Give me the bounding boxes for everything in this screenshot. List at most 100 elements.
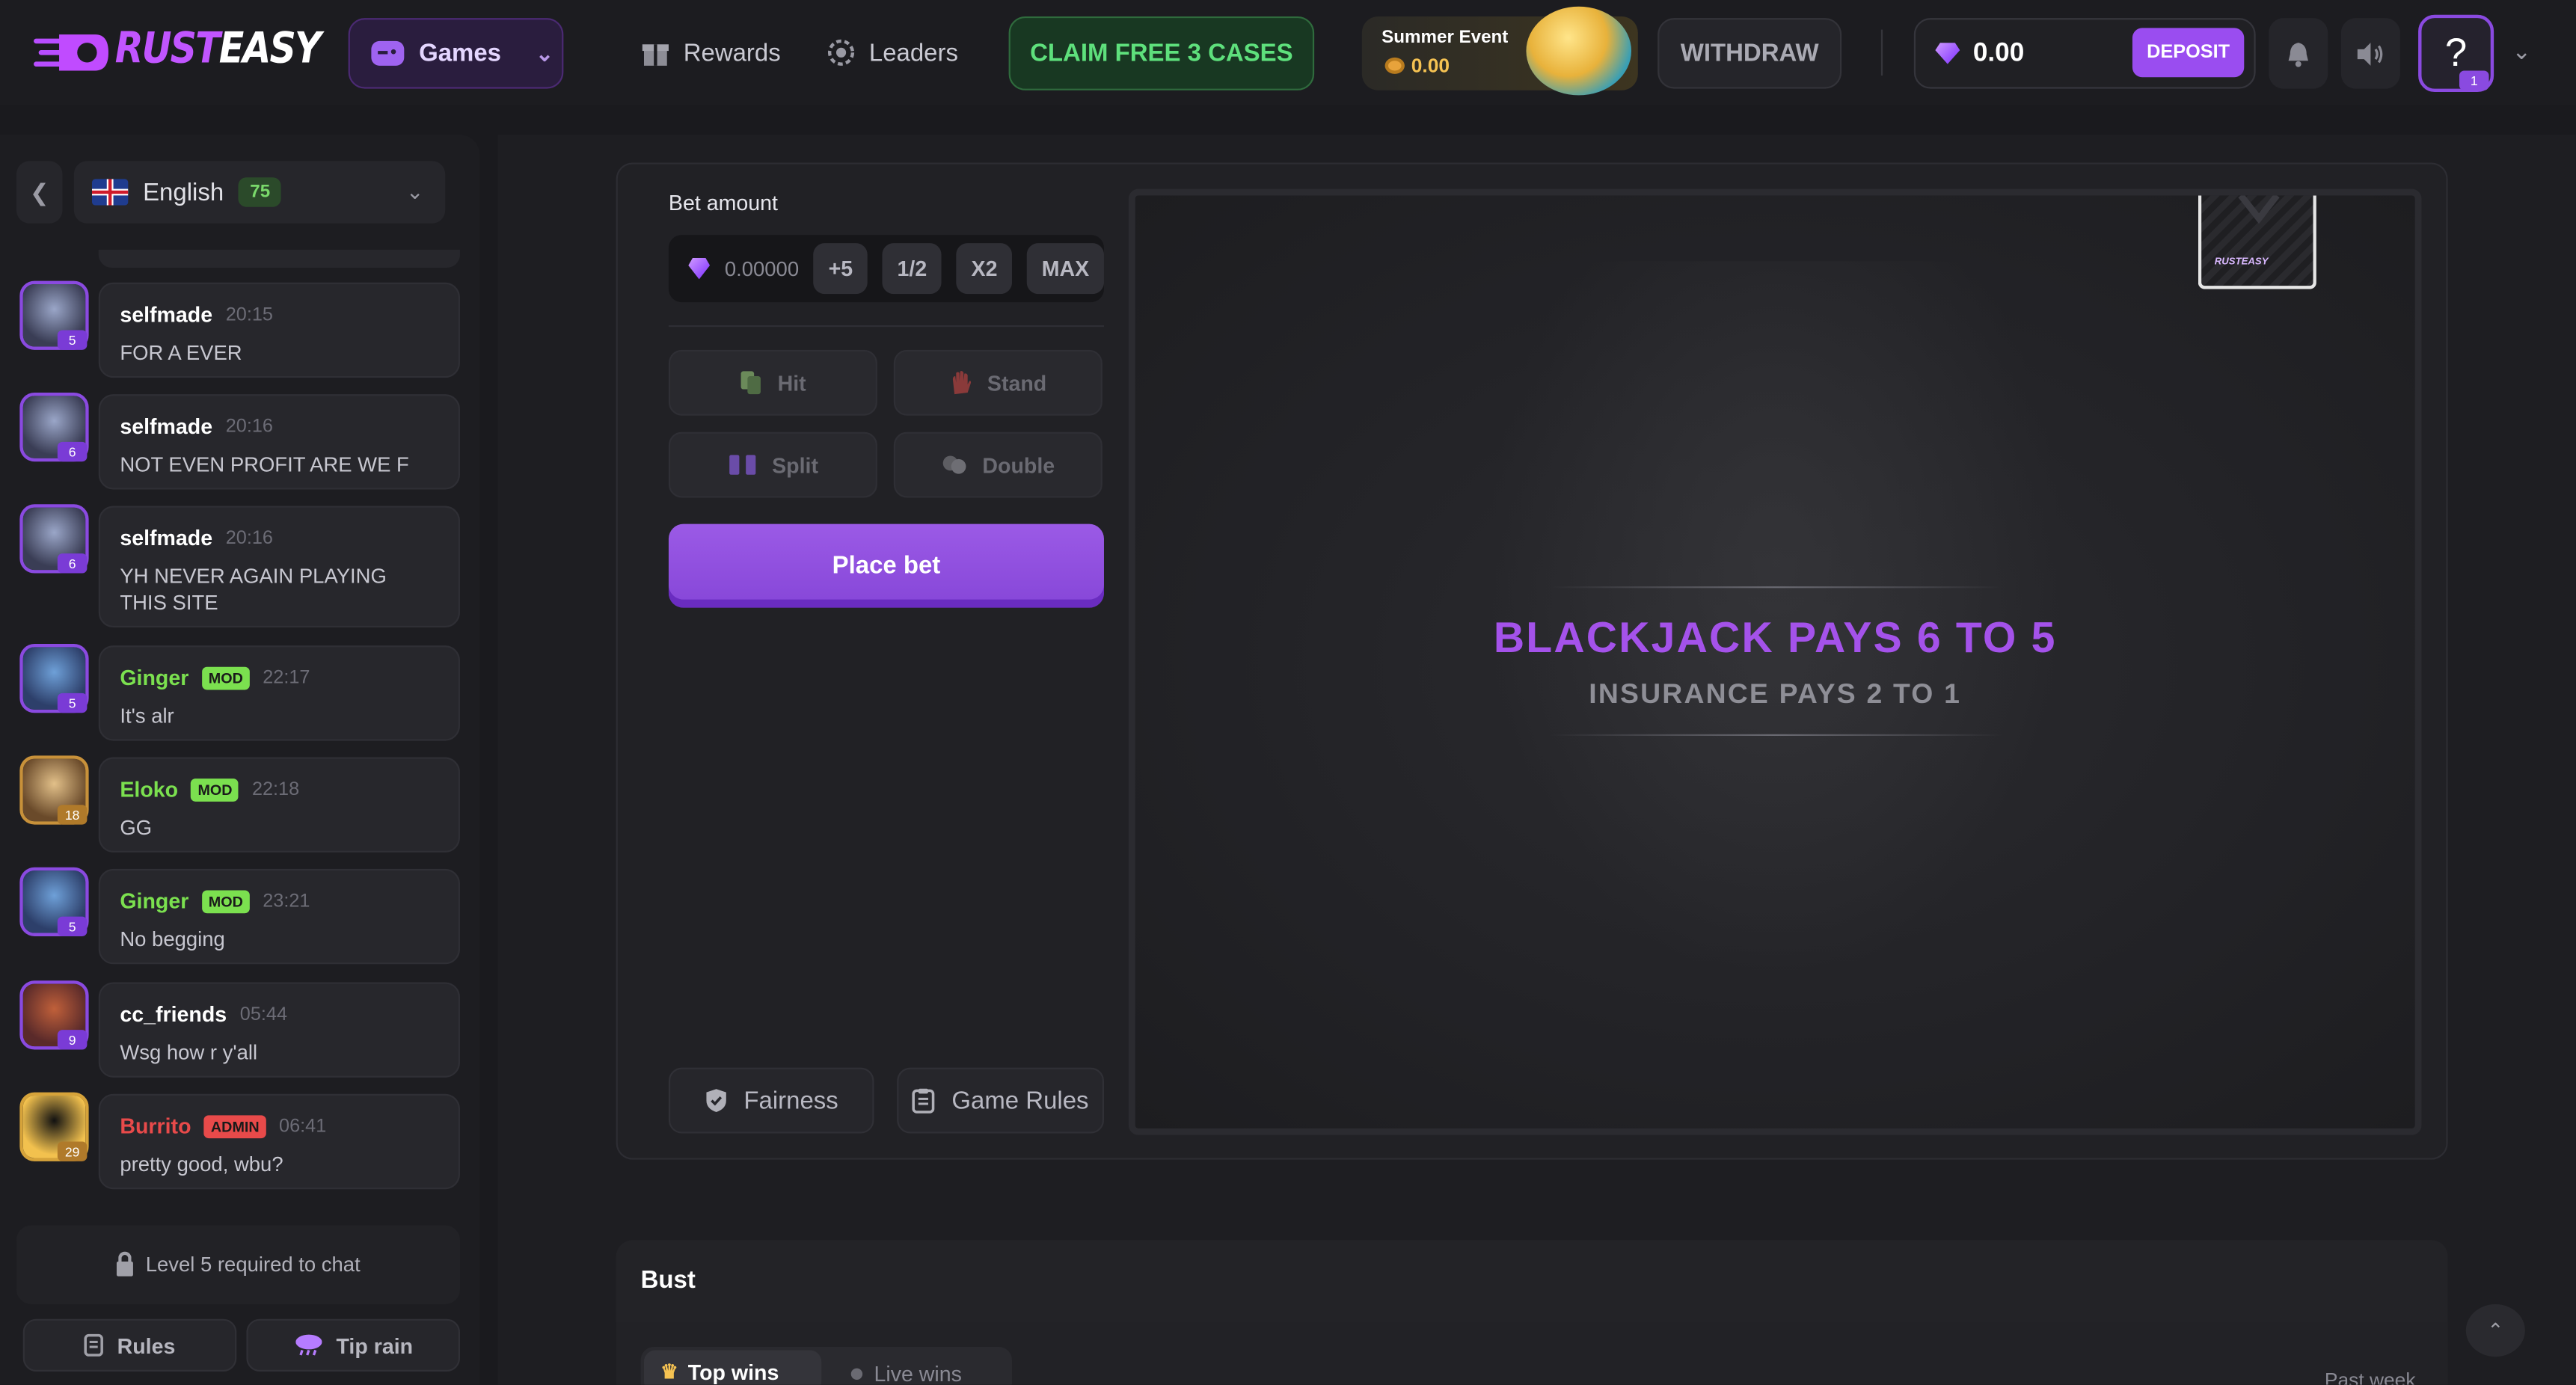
message-text: NOT EVEN PROFIT ARE WE F <box>120 453 409 476</box>
collapse-sidebar-button[interactable]: ❮ <box>16 161 63 224</box>
message-time: 05:44 <box>239 1004 287 1025</box>
message-time: 20:16 <box>225 528 273 548</box>
stand-button[interactable]: Stand <box>893 349 1103 416</box>
message-time: 20:16 <box>225 416 273 437</box>
chat-message-partial <box>98 249 460 268</box>
scroll-to-top-button[interactable]: ⌃ <box>2465 1303 2525 1357</box>
deposit-button[interactable]: DEPOSIT <box>2132 28 2245 78</box>
message-header: Eloko MOD 22:18 <box>120 777 438 802</box>
fairness-label: Fairness <box>743 1086 838 1115</box>
nav-leaders[interactable]: Leaders <box>827 36 958 69</box>
online-count-badge: 75 <box>238 177 282 207</box>
double-label: Double <box>982 452 1055 478</box>
bet-amount-field[interactable]: 0.00000 +5 1/2 X2 MAX <box>668 235 1104 303</box>
split-button[interactable]: Split <box>668 432 877 498</box>
clipboard-icon <box>913 1088 935 1114</box>
user-level-badge: 5 <box>57 916 88 936</box>
fairness-button[interactable]: Fairness <box>668 1067 874 1134</box>
bust-header <box>616 1240 2448 1323</box>
chevron-down-icon: ⌄ <box>536 40 554 65</box>
bet-amount-label: Bet amount <box>668 190 778 215</box>
message-time: 22:17 <box>263 667 310 688</box>
tip-rain-button[interactable]: Tip rain <box>246 1318 460 1372</box>
logo-text[interactable]: RUSTEASY <box>115 24 322 74</box>
chat-message: selfmade 20:15 FOR A EVER <box>98 282 460 378</box>
message-text: No begging <box>120 927 225 951</box>
laurel-icon <box>827 39 855 66</box>
chat-username[interactable]: Ginger <box>120 666 188 690</box>
logo-part2: EASY <box>218 24 322 74</box>
chat-username[interactable]: selfmade <box>120 414 212 438</box>
nav-rewards-label: Rewards <box>683 38 781 67</box>
game-rules-button[interactable]: Game Rules <box>897 1067 1104 1134</box>
notifications-button[interactable] <box>2269 18 2328 89</box>
chat-username[interactable]: selfmade <box>120 302 212 327</box>
max-bet-button[interactable]: MAX <box>1026 243 1104 295</box>
gamepad-icon <box>371 40 405 66</box>
blackjack-payout-title: BLACKJACK PAYS 6 TO 5 <box>1493 612 2057 663</box>
summer-event-amount: 0.00 <box>1411 54 1450 78</box>
double-button[interactable]: Double <box>893 432 1103 498</box>
message-text: GG <box>120 816 153 840</box>
double-bet-button[interactable]: X2 <box>956 243 1013 295</box>
title-rule-bottom <box>1549 734 2003 736</box>
message-text: It's alr <box>120 704 174 728</box>
place-bet-button[interactable]: Place bet <box>668 523 1104 608</box>
controls-divider <box>668 325 1104 328</box>
message-header: selfmade 20:15 <box>120 302 438 327</box>
period-selector[interactable]: Past week <box>2325 1369 2416 1385</box>
hit-label: Hit <box>777 370 806 396</box>
chat-username[interactable]: selfmade <box>120 526 212 550</box>
chat-rules-label: Rules <box>117 1333 176 1358</box>
chat-rules-button[interactable]: Rules <box>22 1318 237 1372</box>
lock-icon <box>116 1250 133 1276</box>
user-level-badge: 5 <box>57 330 88 350</box>
logo-icon[interactable] <box>33 28 111 77</box>
summer-event-title: Summer Event <box>1381 28 1509 48</box>
chat-lock-text: Level 5 required to chat <box>145 1253 361 1277</box>
chat-username[interactable]: Eloko <box>120 777 178 802</box>
chat-message: Ginger MOD 22:17 It's alr <box>98 645 460 741</box>
message-time: 20:15 <box>225 304 273 325</box>
games-dropdown[interactable]: Games ⌄ <box>348 18 564 89</box>
bust-title: Bust <box>640 1266 696 1295</box>
nav-rewards[interactable]: Rewards <box>641 36 781 69</box>
language-selector[interactable]: English 75 ⌄ <box>73 161 446 224</box>
stand-label: Stand <box>987 370 1047 396</box>
claim-cases-button[interactable]: CLAIM FREE 3 CASES <box>1008 16 1315 90</box>
hit-button[interactable]: Hit <box>668 349 877 416</box>
chat-username[interactable]: Ginger <box>120 888 188 913</box>
crown-icon: ♛ <box>660 1360 678 1384</box>
chat-message: cc_friends 05:44 Wsg how r y'all <box>98 982 460 1078</box>
deck-logo-text: RUSTEASY <box>2214 257 2269 268</box>
message-text: FOR A EVER <box>120 341 242 365</box>
message-header: Burrito ADMIN 06:41 <box>120 1114 438 1138</box>
language-label: English <box>143 178 224 206</box>
header-divider <box>1880 29 1883 76</box>
tab-top-wins[interactable]: ♛ Top wins <box>643 1350 822 1385</box>
chat-message: Burrito ADMIN 06:41 pretty good, wbu? <box>98 1093 460 1190</box>
message-header: cc_friends 05:44 <box>120 1002 438 1027</box>
chat-username[interactable]: cc_friends <box>120 1002 227 1027</box>
user-level-badge: 5 <box>57 692 88 713</box>
chat-username[interactable]: Burrito <box>120 1114 191 1138</box>
bell-icon <box>2288 42 2308 67</box>
chat-message: Ginger MOD 23:21 No begging <box>98 868 460 965</box>
user-menu-chevron-icon[interactable]: ⌄ <box>2512 38 2531 66</box>
add-five-button[interactable]: +5 <box>813 243 868 295</box>
tab-live-wins-label: Live wins <box>874 1361 962 1385</box>
sound-button[interactable] <box>2340 18 2400 89</box>
gem-icon <box>688 257 711 280</box>
deposit-label: DEPOSIT <box>2147 43 2230 63</box>
withdraw-button[interactable]: WITHDRAW <box>1657 18 1842 89</box>
message-header: Ginger MOD 22:17 <box>120 666 438 690</box>
help-badge-count: 1 <box>2470 73 2478 88</box>
chat-message: selfmade 20:16 NOT EVEN PROFIT ARE WE F <box>98 394 460 490</box>
chat-message: Eloko MOD 22:18 GG <box>98 757 460 853</box>
tab-live-wins[interactable]: Live wins <box>850 1361 962 1385</box>
gem-icon <box>1935 43 1960 64</box>
half-bet-button[interactable]: 1/2 <box>882 243 942 295</box>
speaker-icon <box>2357 42 2383 65</box>
bet-amount-value[interactable]: 0.00000 <box>725 257 799 280</box>
role-badge: MOD <box>191 777 239 801</box>
